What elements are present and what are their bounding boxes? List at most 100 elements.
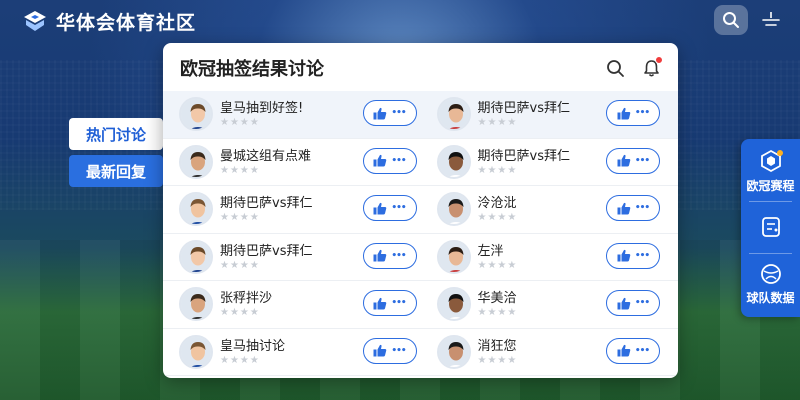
rating-stars: ★★★★ — [477, 212, 518, 223]
thumbs-up-icon — [373, 297, 387, 309]
like-button[interactable]: ••• — [606, 195, 660, 221]
post-title[interactable]: 期待巴萨vs拜仁 — [478, 97, 570, 116]
rating-stars: ★★★★ — [477, 307, 518, 318]
post-title[interactable]: 泠沧沘 — [478, 192, 517, 211]
post-row: 皇马抽到好签! ★★★★ ••• 期待巴萨vs拜仁 ★★★★ ••• — [163, 91, 678, 139]
more-dots: ••• — [634, 345, 650, 356]
panel-search-button[interactable] — [604, 57, 626, 79]
post-grid: 皇马抽到好签! ★★★★ ••• 期待巴萨vs拜仁 ★★★★ ••• 曼城这组有点难 ★★★★… — [163, 91, 678, 376]
post-item[interactable]: 皇马抽讨论 ★★★★ ••• — [163, 329, 421, 376]
like-button[interactable]: ••• — [362, 290, 417, 316]
avatar — [436, 239, 471, 274]
avatar — [179, 239, 213, 274]
panel-title: 欧冠抽签结果讨论 — [180, 59, 324, 80]
schedule-card-icon — [761, 217, 780, 237]
header-menu-button[interactable] — [758, 7, 784, 33]
post-item[interactable]: 期待巴萨vs拜仁 ★★★★ ••• — [163, 186, 421, 233]
like-button[interactable]: ••• — [362, 242, 417, 269]
thumbs-up-icon — [373, 107, 387, 119]
post-title[interactable]: 张稃拌沙 — [220, 287, 272, 306]
avatar — [179, 287, 213, 321]
post-title[interactable]: 曼城这组有点难 — [220, 145, 311, 164]
post-item[interactable]: 左泮 ★★★★ ••• — [421, 234, 679, 281]
post-title[interactable]: 皇马抽到好签! — [220, 97, 303, 116]
app-title: 华体会体育社区 — [56, 12, 197, 34]
sidebar-item-label: 球队数据 — [746, 291, 795, 305]
post-row: 张稃拌沙 ★★★★ ••• 华美洽 ★★★★ ••• — [163, 281, 678, 329]
post-title[interactable]: 左泮 — [478, 240, 504, 259]
notification-button[interactable] — [640, 56, 663, 79]
rating-stars: ★★★★ — [477, 164, 518, 176]
shield-logo-icon — [24, 10, 46, 31]
more-dots: ••• — [391, 298, 406, 308]
tab-latest-replies[interactable]: 最新回复 — [69, 155, 163, 187]
like-button[interactable]: ••• — [606, 242, 660, 269]
tab-hot-discussions[interactable]: 热门讨论 — [69, 118, 163, 150]
trophy-cube-icon — [760, 149, 783, 173]
thumbs-up-icon — [373, 154, 387, 167]
post-title[interactable]: 期待巴萨vs拜仁 — [220, 192, 312, 211]
avatar — [179, 192, 213, 226]
thumbs-up-icon — [617, 249, 631, 262]
header-search-button[interactable] — [714, 5, 748, 35]
post-title[interactable]: 期待巴萨vs拜仁 — [478, 145, 570, 164]
more-dots: ••• — [634, 155, 650, 166]
more-dots: ••• — [634, 298, 650, 308]
avatar — [436, 287, 471, 321]
like-button[interactable]: ••• — [606, 290, 660, 316]
more-dots: ••• — [391, 345, 406, 356]
post-title[interactable]: 期待巴萨vs拜仁 — [220, 240, 312, 259]
post-item[interactable]: 华美洽 ★★★★ ••• — [421, 281, 679, 328]
rating-stars: ★★★★ — [477, 117, 518, 128]
post-row: 皇马抽讨论 ★★★★ ••• 消狂您 ★★★★ ••• — [163, 329, 679, 376]
avatar — [179, 334, 213, 369]
post-title[interactable]: 皇马抽讨论 — [220, 335, 285, 354]
more-dots: ••• — [634, 203, 650, 213]
like-button[interactable]: ••• — [362, 337, 417, 364]
post-item[interactable]: 泠沧沘 ★★★★ ••• — [421, 186, 679, 233]
avatar — [436, 97, 471, 131]
post-title[interactable]: 消狂您 — [478, 335, 517, 354]
sidebar-item-team-data[interactable]: 球队数据 — [741, 262, 800, 306]
rating-stars: ★★★★ — [220, 259, 260, 271]
sidebar-divider — [749, 201, 792, 202]
panel-header: 欧冠抽签结果讨论 — [163, 43, 678, 93]
post-item[interactable]: 期待巴萨vs拜仁 ★★★★ ••• — [421, 139, 679, 186]
thumbs-up-icon — [373, 249, 387, 262]
avatar — [179, 144, 213, 179]
post-title[interactable]: 华美洽 — [478, 287, 517, 306]
post-item[interactable]: 期待巴萨vs拜仁 ★★★★ ••• — [421, 91, 679, 138]
search-icon — [723, 12, 739, 28]
thumbs-up-icon — [617, 202, 631, 214]
sidebar-item-schedule[interactable]: 欧冠赛程 — [741, 148, 800, 194]
more-dots: ••• — [391, 250, 406, 261]
post-item[interactable]: 消狂您 ★★★★ ••• — [421, 329, 679, 376]
more-dots: ••• — [391, 155, 406, 166]
avatar — [436, 192, 471, 226]
app-logo[interactable]: 华体会体育社区 — [22, 8, 196, 35]
like-button[interactable]: ••• — [606, 147, 660, 174]
rating-stars: ★★★★ — [477, 259, 518, 271]
post-item[interactable]: 曼城这组有点难 ★★★★ ••• — [163, 139, 421, 186]
post-item[interactable]: 张稃拌沙 ★★★★ ••• — [163, 281, 421, 328]
more-dots: ••• — [634, 108, 650, 118]
post-item[interactable]: 皇马抽到好签! ★★★★ ••• — [163, 91, 421, 138]
thumbs-up-icon — [617, 344, 631, 357]
search-icon — [606, 59, 624, 77]
rating-stars: ★★★★ — [477, 354, 518, 366]
like-button[interactable]: ••• — [606, 337, 660, 364]
like-button[interactable]: ••• — [362, 100, 417, 126]
avatar — [436, 334, 471, 369]
post-row: 期待巴萨vs拜仁 ★★★★ ••• 左泮 ★★★★ ••• — [163, 234, 679, 281]
more-dots: ••• — [634, 250, 650, 261]
thumbs-up-icon — [373, 344, 387, 357]
rating-stars: ★★★★ — [220, 164, 260, 176]
thumbs-up-icon — [373, 202, 387, 214]
post-item[interactable]: 期待巴萨vs拜仁 ★★★★ ••• — [163, 234, 421, 281]
like-button[interactable]: ••• — [606, 100, 660, 126]
thumbs-up-icon — [617, 107, 631, 119]
like-button[interactable]: ••• — [362, 147, 417, 174]
like-button[interactable]: ••• — [362, 195, 417, 221]
post-row: 曼城这组有点难 ★★★★ ••• 期待巴萨vs拜仁 ★★★★ ••• — [163, 139, 679, 186]
sidebar-item-card[interactable] — [741, 215, 800, 239]
